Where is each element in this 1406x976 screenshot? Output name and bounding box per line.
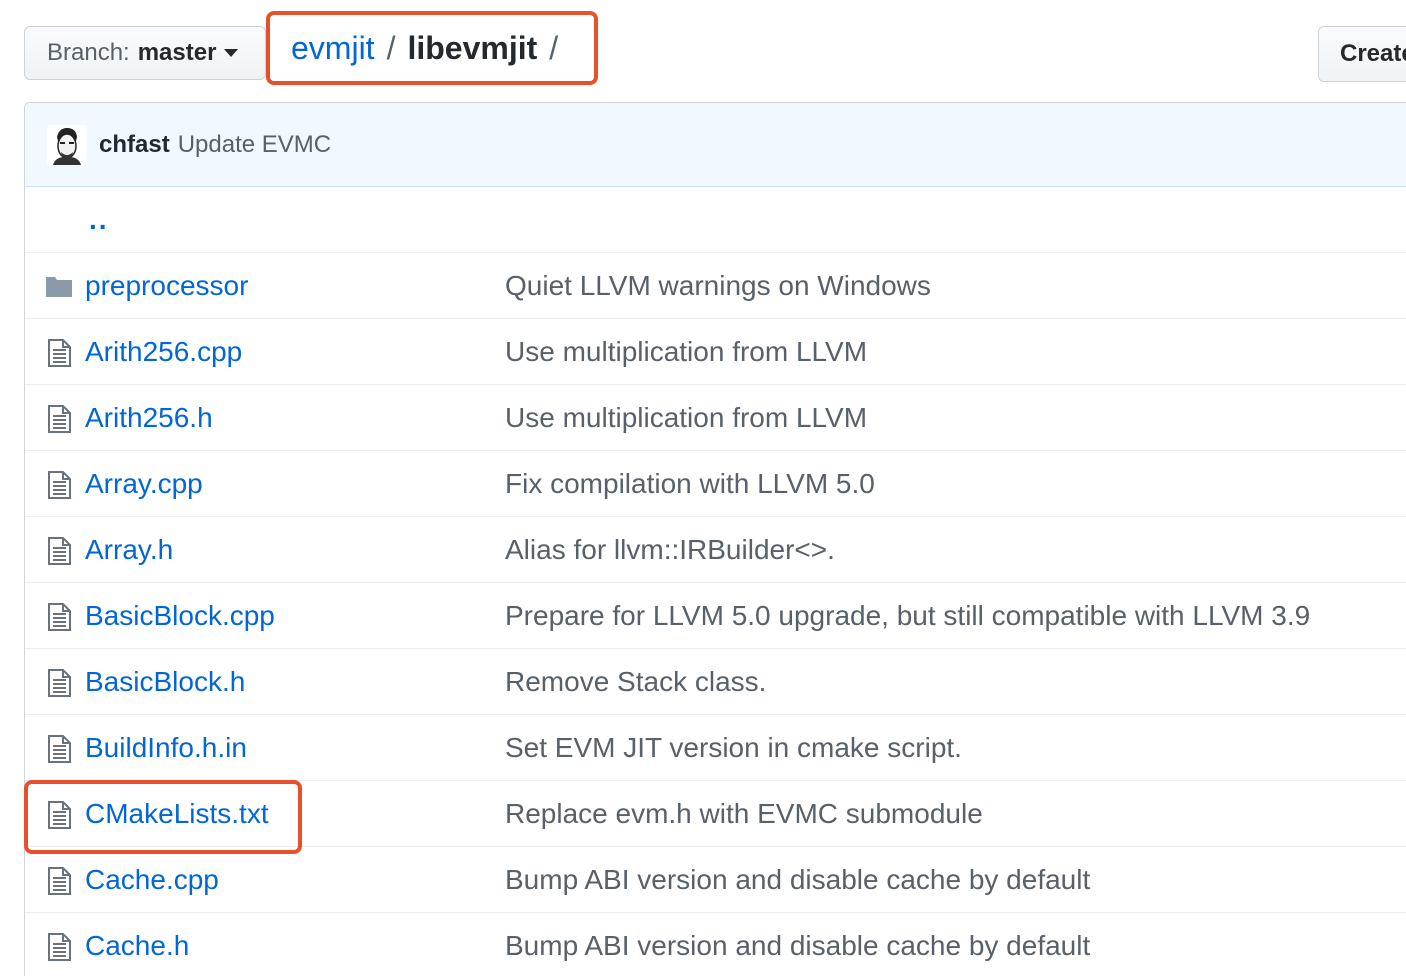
file-icon [45, 339, 73, 367]
file-row: CMakeLists.txt Replace evm.h with EVMC su… [25, 781, 1406, 847]
parent-directory-link[interactable]: .. [89, 204, 109, 236]
file-commit-message-link[interactable]: Bump ABI version and disable cache by de… [505, 930, 1090, 962]
file-name-link[interactable]: BuildInfo.h.in [85, 732, 247, 764]
branch-select-button[interactable]: Branch: master [24, 26, 266, 80]
file-icon [45, 537, 73, 565]
file-commit-message-link[interactable]: Use multiplication from LLVM [505, 336, 867, 368]
file-icon [45, 603, 73, 631]
commit-author-link[interactable]: chfast [99, 131, 170, 159]
avatar[interactable] [47, 124, 87, 165]
parent-directory-row: .. [25, 187, 1406, 253]
caret-down-icon [224, 49, 239, 57]
file-row: Arith256.h Use multiplication from LLVM [25, 385, 1406, 451]
breadcrumb: evmjit / libevmjit / [266, 11, 598, 85]
file-icon [45, 867, 73, 895]
file-row: Array.cpp Fix compilation with LLVM 5.0 [25, 451, 1406, 517]
file-commit-message-link[interactable]: Use multiplication from LLVM [505, 402, 867, 434]
file-icon [45, 933, 73, 961]
file-name-link[interactable]: Cache.cpp [85, 864, 219, 896]
file-commit-message-link[interactable]: Fix compilation with LLVM 5.0 [505, 468, 875, 500]
branch-prefix: Branch: [47, 39, 130, 66]
file-row: BasicBlock.h Remove Stack class. [25, 649, 1406, 715]
file-name-link[interactable]: Array.cpp [85, 468, 203, 500]
file-icon [45, 801, 73, 829]
file-row: BasicBlock.cpp Prepare for LLVM 5.0 upgra… [25, 583, 1406, 649]
file-commit-message-link[interactable]: Remove Stack class. [505, 666, 766, 698]
file-icon [45, 735, 73, 763]
file-commit-message-link[interactable]: Prepare for LLVM 5.0 upgrade, but still … [505, 600, 1310, 632]
file-row: BuildInfo.h.in Set EVM JIT version in cma… [25, 715, 1406, 781]
create-button-label: Create [1340, 40, 1406, 67]
file-list: preprocessor Quiet LLVM warnings on Windo… [25, 253, 1406, 976]
file-icon [45, 669, 73, 697]
file-row: Arith256.cpp Use multiplication from LLVM [25, 319, 1406, 385]
latest-commit-bar: chfast Update EVMC [25, 103, 1406, 187]
file-name-link[interactable]: Array.h [85, 534, 173, 566]
file-commit-message-link[interactable]: Replace evm.h with EVMC submodule [505, 798, 983, 830]
file-icon [45, 405, 73, 433]
folder-icon [45, 273, 73, 301]
file-name-link[interactable]: BasicBlock.h [85, 666, 245, 698]
file-row: preprocessor Quiet LLVM warnings on Windo… [25, 253, 1406, 319]
file-name-link[interactable]: Arith256.h [85, 402, 213, 434]
file-name-link[interactable]: preprocessor [85, 270, 248, 302]
file-commit-message-link[interactable]: Set EVM JIT version in cmake script. [505, 732, 962, 764]
breadcrumb-repo-link[interactable]: evmjit [291, 30, 375, 67]
file-row: Cache.h Bump ABI version and disable cach… [25, 913, 1406, 976]
file-table: chfast Update EVMC .. preprocessor Quiet … [24, 102, 1406, 976]
file-commit-message-link[interactable]: Bump ABI version and disable cache by de… [505, 864, 1090, 896]
file-name-link[interactable]: Arith256.cpp [85, 336, 242, 368]
file-row: Array.h Alias for llvm::IRBuilder<>. [25, 517, 1406, 583]
file-name-link[interactable]: CMakeLists.txt [85, 798, 269, 830]
breadcrumb-current-dir: libevmjit [407, 29, 538, 66]
breadcrumb-trailing-separator: / [549, 29, 559, 66]
file-name-link[interactable]: Cache.h [85, 930, 189, 962]
repo-file-browser: Branch: master evmjit / libevmjit / Crea… [0, 0, 1406, 976]
branch-name: master [137, 39, 217, 66]
breadcrumb-separator: / [386, 29, 396, 66]
file-commit-message-link[interactable]: Alias for llvm::IRBuilder<>. [505, 534, 835, 566]
create-new-file-button[interactable]: Create [1318, 26, 1406, 82]
file-name-link[interactable]: BasicBlock.cpp [85, 600, 275, 632]
file-row: Cache.cpp Bump ABI version and disable ca… [25, 847, 1406, 913]
file-commit-message-link[interactable]: Quiet LLVM warnings on Windows [505, 270, 931, 302]
file-icon [45, 471, 73, 499]
commit-message-link[interactable]: Update EVMC [178, 131, 331, 159]
